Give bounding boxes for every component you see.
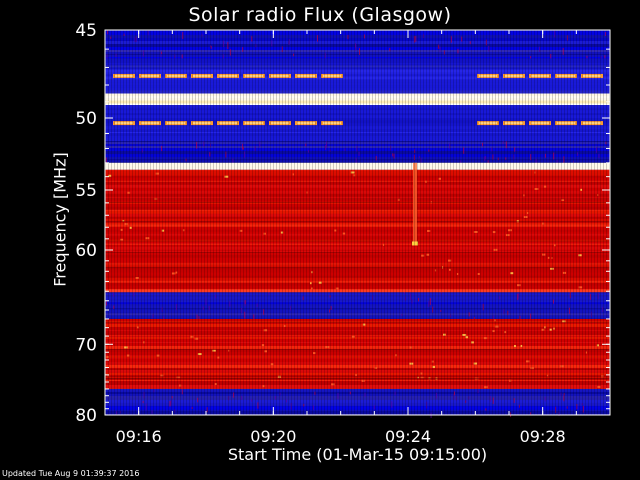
x-tick-label: 09:16: [116, 427, 162, 446]
x-axis-title: Start Time (01-Mar-15 09:15:00): [227, 445, 488, 464]
updated-timestamp: Updated Tue Aug 9 01:39:37 2016: [2, 469, 140, 478]
y-tick-label: 50: [75, 109, 97, 129]
y-tick-label: 70: [75, 335, 97, 355]
texture-overlay: [105, 30, 610, 415]
y-tick-label: 55: [75, 181, 97, 201]
y-tick-label: 60: [75, 241, 97, 261]
x-tick-label: 09:28: [520, 427, 566, 446]
y-tick-label: 80: [75, 406, 97, 426]
y-tick-label: 45: [75, 21, 97, 41]
x-tick-label: 09:24: [385, 427, 431, 446]
x-tick-label: 09:20: [250, 427, 296, 446]
y-axis-title: Frequency [MHz]: [50, 152, 70, 287]
spectrogram-plot: 09:16 09:20 09:24 09:28 45 50 55 60 70 80: [75, 21, 611, 446]
